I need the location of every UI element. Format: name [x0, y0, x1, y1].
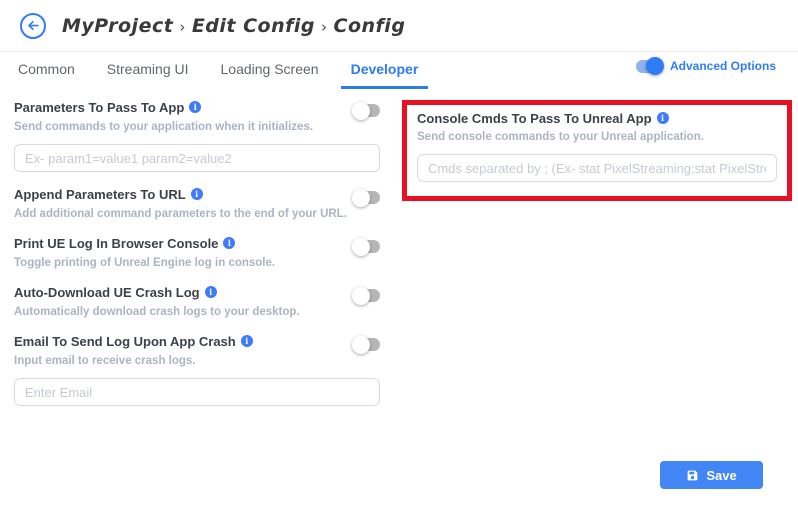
setting-title: Append Parameters To URLi — [14, 187, 203, 203]
parameters-toggle[interactable] — [354, 104, 380, 117]
info-icon[interactable]: i — [223, 237, 235, 249]
info-icon[interactable]: i — [189, 101, 201, 113]
toggle-knob — [646, 57, 664, 75]
setting-title: Parameters To Pass To Appi — [14, 100, 201, 116]
setting-description: Send console commands to your Unreal app… — [417, 130, 777, 144]
auto-download-toggle[interactable] — [354, 289, 380, 302]
info-icon[interactable]: i — [241, 335, 253, 347]
breadcrumb-edit-config: Edit Config — [192, 15, 315, 37]
advanced-options-toggle[interactable] — [636, 60, 662, 73]
breadcrumb-config: Config — [334, 15, 406, 37]
append-url-toggle[interactable] — [354, 191, 380, 204]
setting-description: Input email to receive crash logs. — [14, 354, 380, 368]
setting-console-cmds: Console Cmds To Pass To Unreal Appi Send… — [417, 111, 777, 182]
save-icon — [686, 469, 699, 482]
tab-streaming-ui[interactable]: Streaming UI — [97, 52, 199, 89]
advanced-options: Advanced Options — [636, 59, 776, 73]
setting-append-parameters-to-url: Append Parameters To URLi Add additional… — [14, 187, 380, 221]
highlight-box: Console Cmds To Pass To Unreal Appi Send… — [402, 100, 792, 201]
setting-description: Automatically download crash logs to you… — [14, 305, 380, 319]
setting-parameters-to-pass-to-app: Parameters To Pass To Appi Send commands… — [14, 100, 380, 172]
edit-config-page: MyProject›Edit Config›Config Common Stre… — [0, 0, 798, 510]
settings-column-right: Console Cmds To Pass To Unreal Appi Send… — [402, 100, 792, 421]
breadcrumb-separator: › — [315, 18, 334, 36]
breadcrumb-separator: › — [173, 18, 192, 36]
breadcrumb-project: MyProject — [62, 15, 173, 37]
setting-title: Email To Send Log Upon App Crashi — [14, 334, 253, 350]
toggle-knob — [352, 287, 370, 305]
breadcrumb: MyProject›Edit Config›Config — [62, 15, 405, 37]
setting-print-ue-log: Print UE Log In Browser Consolei Toggle … — [14, 236, 380, 270]
arrow-left-icon — [26, 18, 41, 33]
settings-column-left: Parameters To Pass To Appi Send commands… — [14, 100, 380, 421]
header: MyProject›Edit Config›Config — [0, 0, 798, 52]
back-button[interactable] — [20, 13, 46, 39]
tab-bar: Common Streaming UI Loading Screen Devel… — [0, 52, 798, 89]
toggle-knob — [352, 102, 370, 120]
setting-title: Auto-Download UE Crash Logi — [14, 285, 217, 301]
parameters-input[interactable] — [14, 144, 380, 172]
advanced-options-label: Advanced Options — [670, 59, 776, 73]
setting-description: Toggle printing of Unreal Engine log in … — [14, 256, 380, 270]
info-icon[interactable]: i — [191, 188, 203, 200]
setting-title: Console Cmds To Pass To Unreal Appi — [417, 111, 669, 127]
toggle-knob — [352, 336, 370, 354]
setting-auto-download-crash-log: Auto-Download UE Crash Logi Automaticall… — [14, 285, 380, 319]
setting-email-crash-log: Email To Send Log Upon App Crashi Input … — [14, 334, 380, 406]
console-cmds-input[interactable] — [417, 154, 777, 182]
email-input[interactable] — [14, 378, 380, 406]
toggle-knob — [352, 238, 370, 256]
setting-description: Add additional command parameters to the… — [14, 207, 380, 221]
save-button[interactable]: Save — [660, 461, 763, 489]
settings-content: Parameters To Pass To Appi Send commands… — [0, 89, 798, 421]
setting-title: Print UE Log In Browser Consolei — [14, 236, 235, 252]
info-icon[interactable]: i — [657, 112, 669, 124]
tab-common[interactable]: Common — [8, 52, 85, 89]
info-icon[interactable]: i — [205, 286, 217, 298]
print-log-toggle[interactable] — [354, 240, 380, 253]
toggle-knob — [352, 189, 370, 207]
save-button-label: Save — [706, 468, 736, 483]
tab-developer[interactable]: Developer — [341, 52, 429, 89]
tab-loading-screen[interactable]: Loading Screen — [211, 52, 329, 89]
setting-description: Send commands to your application when i… — [14, 120, 380, 134]
email-toggle[interactable] — [354, 338, 380, 351]
